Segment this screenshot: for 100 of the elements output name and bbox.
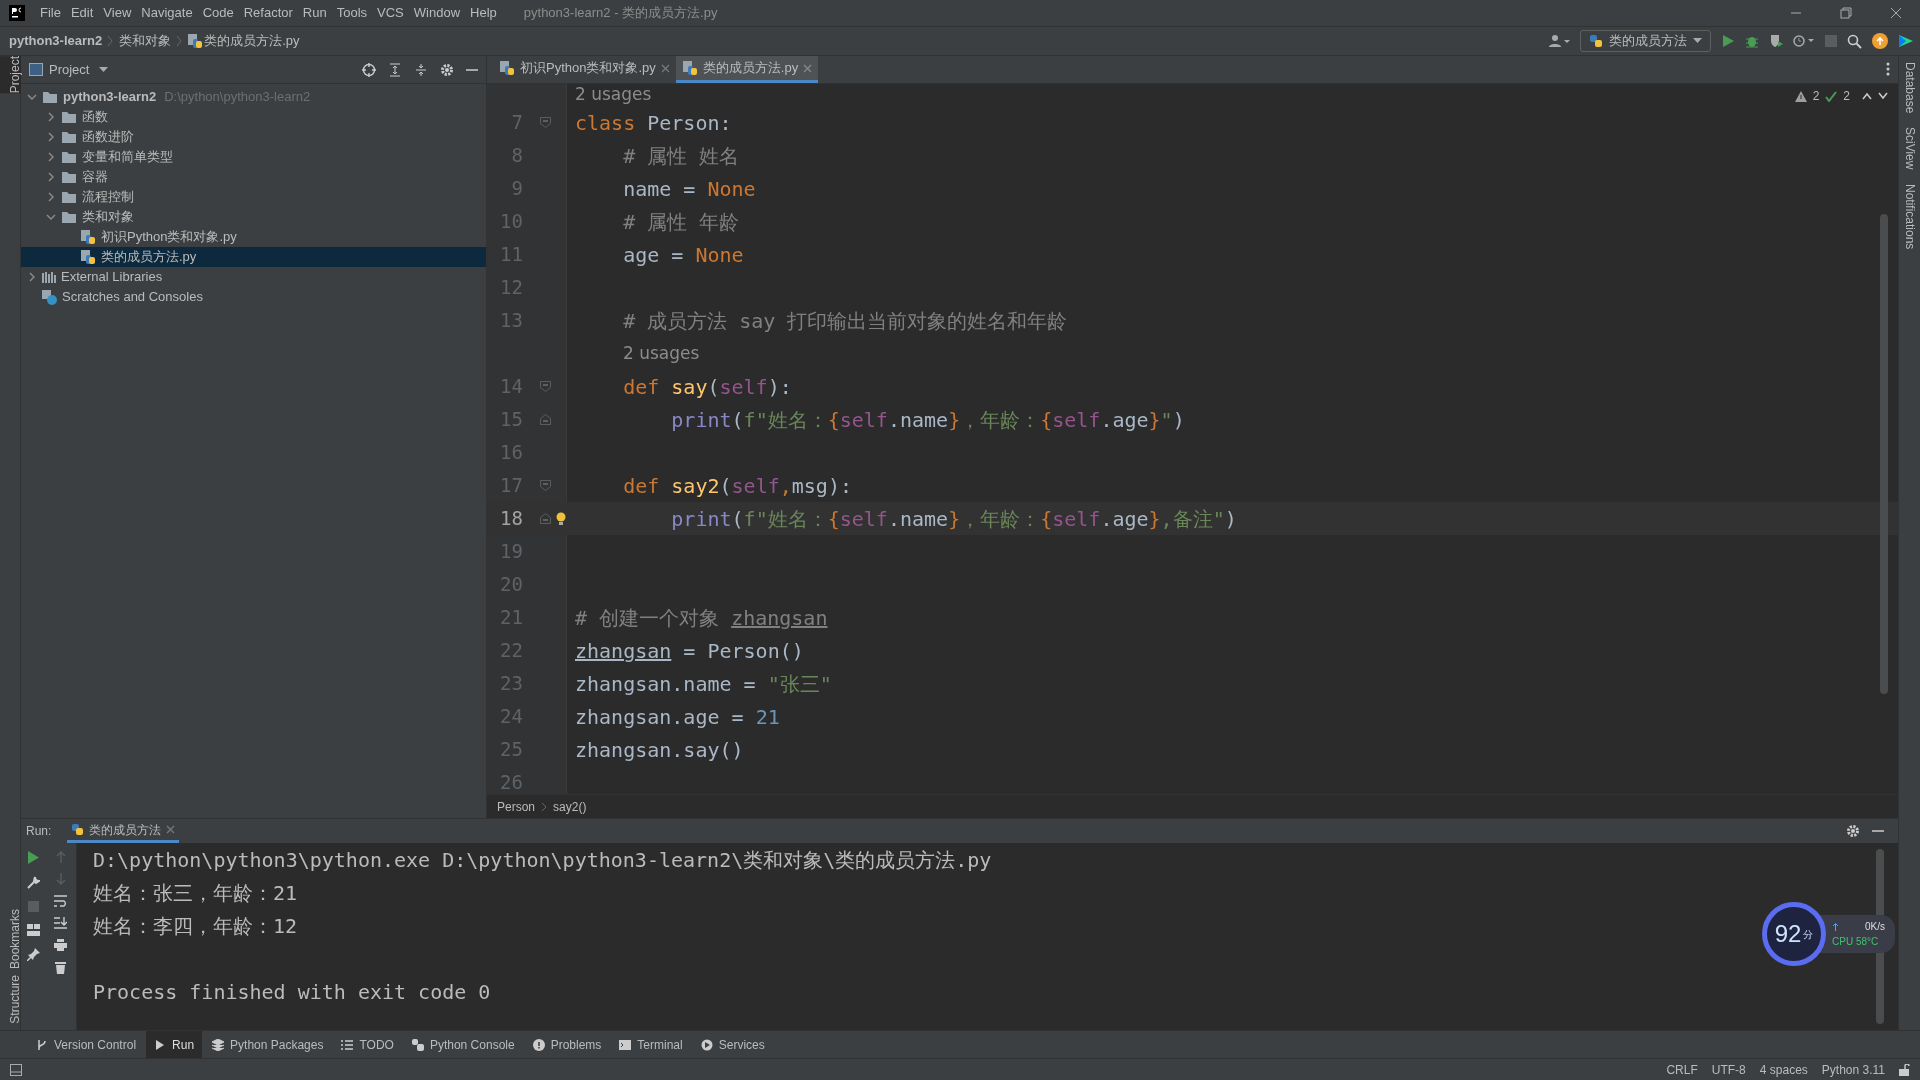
rerun-icon[interactable] xyxy=(27,851,39,864)
settings-icon[interactable] xyxy=(440,62,454,77)
menu-item[interactable]: Navigate xyxy=(136,3,198,23)
menu-item[interactable]: File xyxy=(35,3,66,23)
menu-item[interactable]: Help xyxy=(465,3,502,23)
menu-item[interactable]: Edit xyxy=(65,3,99,23)
tree-item[interactable]: 变量和简单类型 xyxy=(21,147,486,167)
wrench-icon[interactable] xyxy=(26,876,40,889)
tree-item[interactable]: 函数进阶 xyxy=(21,127,486,147)
settings-icon[interactable] xyxy=(1846,824,1860,838)
previous-icon[interactable] xyxy=(1862,92,1872,100)
chevron-right-icon[interactable] xyxy=(46,172,56,182)
profiler-icon[interactable] xyxy=(1793,34,1815,48)
chevron-right-icon[interactable] xyxy=(46,112,56,122)
run-icon[interactable] xyxy=(1721,34,1735,48)
lightbulb-icon[interactable] xyxy=(556,511,566,526)
tree-item[interactable]: 类和对象 xyxy=(21,207,486,227)
tool-window-tab[interactable]: Bookmarks xyxy=(0,909,21,970)
breadcrumb[interactable]: 类的成员方法.py xyxy=(204,31,300,51)
menu-item[interactable]: View xyxy=(98,3,137,23)
breadcrumb[interactable]: Person xyxy=(497,797,536,816)
breadcrumb-separator-icon xyxy=(175,35,184,47)
tool-window-button[interactable]: Terminal xyxy=(611,1030,691,1059)
close-icon[interactable] xyxy=(166,825,176,834)
tree-item[interactable]: 函数 xyxy=(21,107,486,127)
status-item[interactable]: UTF-8 xyxy=(1711,1060,1746,1079)
python-file-icon xyxy=(187,33,204,49)
debug-icon[interactable] xyxy=(1745,34,1759,48)
panel-toggle-icon[interactable] xyxy=(10,1063,22,1076)
project-view-dropdown[interactable]: Project xyxy=(49,59,109,80)
locate-icon[interactable] xyxy=(362,62,376,77)
menu-item[interactable]: Code xyxy=(197,3,239,23)
menu-item[interactable]: Window xyxy=(408,3,466,23)
chevron-down-icon[interactable] xyxy=(27,92,37,102)
close-icon[interactable] xyxy=(660,63,670,73)
tree-item[interactable]: 容器 xyxy=(21,167,486,187)
tool-window-button[interactable]: TODO xyxy=(333,1030,402,1059)
breadcrumb[interactable]: python3-learn2 xyxy=(9,31,103,51)
menu-item[interactable]: Refactor xyxy=(238,3,298,23)
print-icon[interactable] xyxy=(54,939,67,951)
tool-window-tab[interactable]: SciView xyxy=(1900,127,1919,170)
update-icon[interactable] xyxy=(1872,33,1888,49)
run-configuration-dropdown[interactable]: 类的成员方法 xyxy=(1580,30,1711,52)
python-icon xyxy=(1589,34,1603,48)
tool-window-button[interactable]: Python Console xyxy=(403,1030,523,1059)
menu-item[interactable]: VCS xyxy=(372,3,409,23)
close-icon[interactable] xyxy=(803,63,813,73)
tool-window-tab[interactable]: Notifications xyxy=(1900,183,1919,250)
chevron-right-icon[interactable] xyxy=(46,152,56,162)
search-icon[interactable] xyxy=(1847,33,1862,49)
tool-window-tab[interactable]: Structure xyxy=(0,975,21,1024)
trash-icon[interactable] xyxy=(55,961,66,974)
chevron-right-icon[interactable] xyxy=(46,192,56,202)
chevron-right-icon[interactable] xyxy=(27,272,37,282)
tool-window-tab[interactable]: Project xyxy=(0,56,21,94)
tree-item[interactable]: External Libraries xyxy=(21,267,486,287)
usages-hint[interactable]: 2 usages xyxy=(575,84,652,105)
upload-arrow-icon xyxy=(1832,922,1839,931)
close-icon[interactable] xyxy=(1890,7,1902,19)
status-item[interactable]: Python 3.11 xyxy=(1821,1060,1885,1079)
breadcrumb-separator-icon xyxy=(106,35,115,47)
tree-item[interactable]: 流程控制 xyxy=(21,187,486,207)
soft-wrap-icon[interactable] xyxy=(54,895,67,907)
chevron-down-icon[interactable] xyxy=(46,212,56,222)
more-icon[interactable] xyxy=(1886,62,1890,76)
menu-item[interactable]: Run xyxy=(297,3,332,23)
collapse-all-icon[interactable] xyxy=(414,62,428,77)
editor-tab[interactable]: 初识Python类和对象.py xyxy=(493,56,676,83)
menu-item[interactable]: Tools xyxy=(331,3,373,23)
status-item[interactable]: CRLF xyxy=(1666,1060,1698,1079)
restore-icon[interactable] xyxy=(1840,7,1852,19)
coverage-icon[interactable] xyxy=(1769,34,1783,48)
lock-icon[interactable] xyxy=(1899,1063,1910,1076)
expand-all-icon[interactable] xyxy=(388,62,402,77)
plugin-logo-icon[interactable] xyxy=(1898,33,1914,49)
user-icon[interactable] xyxy=(1548,34,1570,48)
tool-window-tab[interactable]: Database xyxy=(1900,62,1919,114)
tool-window-button[interactable]: Version Control xyxy=(28,1030,145,1059)
code-line: # 创建一个对象 zhangsan xyxy=(575,605,828,630)
next-icon[interactable] xyxy=(1878,92,1888,100)
chevron-right-icon[interactable] xyxy=(46,132,56,142)
tool-window-button[interactable]: Problems xyxy=(524,1030,610,1059)
scroll-to-end-icon[interactable] xyxy=(54,917,67,929)
library-icon xyxy=(42,270,56,284)
usages-hint[interactable]: 2 usages xyxy=(623,342,700,363)
tool-window-button[interactable]: Services xyxy=(692,1030,773,1059)
pin-icon[interactable] xyxy=(26,948,40,961)
scrollbar[interactable] xyxy=(1880,214,1888,694)
python-icon xyxy=(71,823,85,836)
tool-window-button[interactable]: Python Packages xyxy=(204,1030,332,1059)
status-item[interactable]: 4 spaces xyxy=(1759,1060,1808,1079)
layout-icon[interactable] xyxy=(26,924,40,936)
tool-window-button[interactable]: Run xyxy=(146,1030,203,1059)
breadcrumb[interactable]: say2() xyxy=(553,797,587,816)
tree-item[interactable]: Scratches and Consoles xyxy=(21,287,486,307)
breadcrumb[interactable]: 类和对象 xyxy=(119,31,172,51)
tree-item[interactable]: 初识Python类和对象.py xyxy=(21,227,486,247)
editor-tab[interactable]: 类的成员方法.py xyxy=(675,56,819,83)
tree-item[interactable]: 类的成员方法.py xyxy=(21,247,486,267)
run-tab[interactable]: 类的成员方法 xyxy=(67,819,180,843)
